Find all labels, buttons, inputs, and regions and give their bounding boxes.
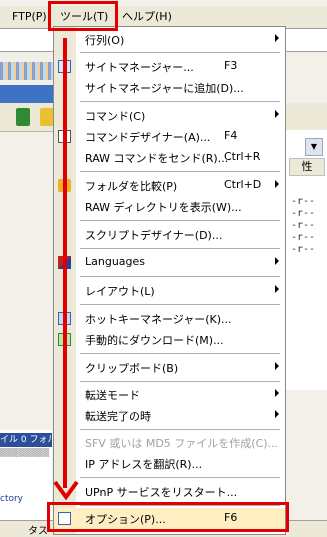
menu-item-label: Languages [85, 255, 146, 268]
menu-item-columns[interactable]: 行列(O) [54, 29, 285, 50]
menu-separator [80, 429, 280, 430]
annotation-arrow-head-icon [53, 480, 79, 500]
menu-separator [80, 353, 280, 354]
menu-item-command-designer[interactable]: コマンドデザイナー(A)... F4 [54, 126, 285, 147]
menu-item-label: サイトマネージャーに追加(D)... [85, 82, 244, 95]
menu-item-label: SFV 或いは MD5 ファイルを作成(C)... [85, 437, 279, 450]
submenu-arrow-icon [275, 285, 279, 293]
menu-separator [80, 381, 280, 382]
annotation-arrow-line [63, 38, 67, 488]
menu-item-shortcut: Ctrl+R [224, 150, 261, 163]
menu-separator [80, 101, 280, 102]
menu-item-label: 手動的にダウンロード(M)... [85, 334, 224, 347]
menu-ftp[interactable]: FTP(P) [10, 9, 49, 25]
submenu-arrow-icon [275, 410, 279, 418]
menu-item-label: 行列(O) [85, 34, 125, 47]
toolbar-strip [0, 85, 60, 103]
menu-item-shortcut: F4 [224, 129, 238, 142]
green-toolbar-icon[interactable] [16, 108, 30, 126]
menu-separator [80, 304, 280, 305]
menu-item-label: 転送モード [85, 389, 140, 402]
menu-separator [80, 220, 280, 221]
menu-item-label: サイトマネージャー... [85, 61, 194, 74]
blurred-toolbar [0, 62, 60, 80]
submenu-arrow-icon [275, 110, 279, 118]
dropdown-arrow-icon[interactable]: ▼ [305, 138, 323, 156]
submenu-arrow-icon [275, 389, 279, 397]
menu-item-resolve-ip[interactable]: IP アドレスを翻訳(R)... [54, 453, 285, 474]
menu-item-label: レイアウト(L) [85, 285, 155, 298]
menu-item-label: UPnP サービスをリスタート... [85, 486, 238, 499]
menu-item-label: コマンド(C) [85, 110, 146, 123]
permission-text: -r-- [291, 220, 316, 231]
menu-item-show-raw-directory[interactable]: RAW ディレクトリを表示(W)... [54, 196, 285, 217]
submenu-arrow-icon [275, 180, 279, 188]
tools-menu-highlight-box [48, 1, 118, 31]
menu-item-hotkey-manager[interactable]: ホットキーマネージャー(K)... [54, 308, 285, 329]
menu-separator [80, 52, 280, 53]
menu-item-label: スクリプトデザイナー(D)... [85, 229, 223, 242]
menu-item-command[interactable]: コマンド(C) [54, 105, 285, 126]
permission-text: -r-- [291, 208, 316, 219]
menu-item-label: コマンドデザイナー(A)... [85, 131, 211, 144]
menu-item-compare-folders[interactable]: フォルダを比較(P) Ctrl+D [54, 175, 285, 196]
log-line: イル 0 フォル [0, 433, 52, 447]
menu-item-add-to-site-manager[interactable]: サイトマネージャーに追加(D)... [54, 77, 285, 98]
permission-text: -r-- [291, 232, 316, 243]
menu-item-label: RAW ディレクトリを表示(W)... [85, 201, 242, 214]
menu-help[interactable]: ヘルプ(H) [120, 9, 174, 25]
menu-item-site-manager[interactable]: サイトマネージャー... F3 [54, 56, 285, 77]
menu-item-manual-download[interactable]: 手動的にダウンロード(M)... [54, 329, 285, 350]
menu-separator [80, 477, 280, 478]
permission-text: -r-- [291, 244, 316, 255]
menu-item-clipboard[interactable]: クリップボード(B) [54, 357, 285, 378]
permission-text: -r-- [291, 196, 316, 207]
log-line: ctory [0, 494, 24, 504]
tools-dropdown-menu: 行列(O) サイトマネージャー... F3 サイトマネージャーに追加(D)...… [53, 26, 286, 535]
submenu-arrow-icon [275, 34, 279, 42]
submenu-arrow-icon [275, 257, 279, 265]
menu-item-send-raw-command[interactable]: RAW コマンドをセンド(R)... Ctrl+R [54, 147, 285, 168]
submenu-arrow-icon [275, 362, 279, 370]
menu-item-shortcut: F3 [224, 59, 238, 72]
log-line-blurred: ▒▒▒▒▒▒▒▒ [0, 448, 50, 457]
column-header-attr[interactable]: 性 [289, 158, 325, 176]
menu-item-label: 転送完了の時 [85, 410, 151, 423]
options-highlight-box [47, 502, 289, 532]
menu-item-on-transfer-complete[interactable]: 転送完了の時 [54, 405, 285, 426]
menu-separator [80, 248, 280, 249]
menu-item-label: IP アドレスを翻訳(R)... [85, 458, 203, 471]
menu-item-script-designer[interactable]: スクリプトデザイナー(D)... [54, 224, 285, 245]
menu-item-languages[interactable]: Languages [54, 252, 285, 273]
menu-item-label: ホットキーマネージャー(K)... [85, 313, 232, 326]
menu-item-layout[interactable]: レイアウト(L) [54, 280, 285, 301]
menu-separator [80, 171, 280, 172]
menu-item-create-sfv-md5: SFV 或いは MD5 ファイルを作成(C)... [54, 432, 285, 453]
menu-item-restart-upnp[interactable]: UPnP サービスをリスタート... [54, 481, 285, 502]
menu-separator [80, 276, 280, 277]
menu-item-shortcut: Ctrl+D [224, 178, 262, 191]
menu-item-label: フォルダを比較(P) [85, 180, 178, 193]
menu-item-label: クリップボード(B) [85, 362, 179, 375]
menu-item-label: RAW コマンドをセンド(R)... [85, 152, 229, 165]
menu-item-transfer-mode[interactable]: 転送モード [54, 384, 285, 405]
